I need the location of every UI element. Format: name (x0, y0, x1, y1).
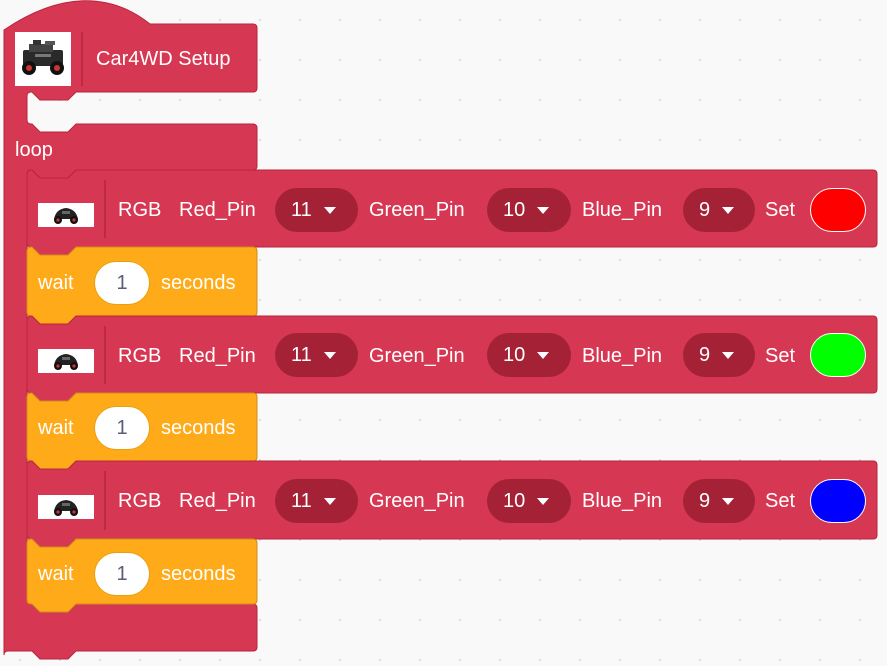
wait-label: wait (38, 563, 74, 585)
seconds-label: seconds (161, 563, 236, 585)
wait-label: wait (38, 272, 74, 294)
wait-seconds-input[interactable]: 1 (94, 261, 150, 305)
chevron-down-icon (722, 206, 735, 214)
green-pin-label: Green_Pin (369, 199, 465, 221)
red-pin-label: Red_Pin (179, 345, 256, 367)
green-pin-value: 10 (503, 489, 526, 512)
green-pin-dropdown[interactable]: 10 (487, 333, 571, 377)
blue-pin-label: Blue_Pin (582, 199, 663, 221)
green-pin-label: Green_Pin (369, 490, 465, 512)
blue-pin-value: 9 (699, 343, 711, 366)
color-swatch[interactable] (810, 479, 866, 523)
chevron-down-icon (323, 351, 336, 359)
set-label: Set (765, 345, 796, 367)
blue-pin-value: 9 (699, 198, 711, 221)
chevron-down-icon (722, 497, 735, 505)
seconds-label: seconds (161, 417, 236, 439)
blue-pin-dropdown[interactable]: 9 (683, 479, 755, 523)
red-pin-dropdown[interactable]: 11 (275, 479, 358, 523)
blue-pin-label: Blue_Pin (582, 345, 663, 367)
chevron-down-icon (537, 497, 550, 505)
blue-pin-value: 9 (699, 489, 711, 512)
green-pin-dropdown[interactable]: 10 (487, 188, 571, 232)
set-label: Set (765, 199, 796, 221)
green-pin-value: 10 (503, 343, 526, 366)
seconds-label: seconds (161, 272, 236, 294)
car-icon (38, 349, 94, 373)
setup-title: Car4WD Setup (96, 48, 231, 70)
loop-label: loop (15, 139, 53, 161)
blue-pin-label: Blue_Pin (582, 490, 663, 512)
chevron-down-icon (323, 206, 336, 214)
green-pin-value: 10 (503, 198, 526, 221)
chevron-down-icon (323, 497, 336, 505)
wait-label: wait (38, 417, 74, 439)
red-pin-dropdown[interactable]: 11 (275, 333, 358, 377)
set-label: Set (765, 490, 796, 512)
wait-seconds-input[interactable]: 1 (94, 406, 150, 450)
blue-pin-dropdown[interactable]: 9 (683, 333, 755, 377)
green-pin-label: Green_Pin (369, 345, 465, 367)
chevron-down-icon (537, 351, 550, 359)
rgb-label: RGB (118, 199, 162, 221)
car-icon (38, 495, 94, 519)
car4wd-robot-icon (15, 32, 71, 86)
red-pin-dropdown[interactable]: 11 (275, 188, 358, 232)
rgb-label: RGB (118, 345, 162, 367)
wait-seconds-input[interactable]: 1 (94, 552, 150, 596)
car-icon (38, 203, 94, 227)
chevron-down-icon (722, 351, 735, 359)
color-swatch[interactable] (810, 188, 866, 232)
rgb-label: RGB (118, 490, 162, 512)
red-pin-label: Red_Pin (179, 199, 256, 221)
chevron-down-icon (537, 206, 550, 214)
red-pin-label: Red_Pin (179, 490, 256, 512)
green-pin-dropdown[interactable]: 10 (487, 479, 571, 523)
red-pin-value: 11 (291, 343, 312, 366)
red-pin-value: 11 (291, 198, 312, 221)
color-swatch[interactable] (810, 333, 866, 377)
blue-pin-dropdown[interactable]: 9 (683, 188, 755, 232)
block-workspace: { "setup_block": { "title": "Car4WD Setu… (0, 0, 887, 666)
red-pin-value: 11 (291, 489, 312, 512)
